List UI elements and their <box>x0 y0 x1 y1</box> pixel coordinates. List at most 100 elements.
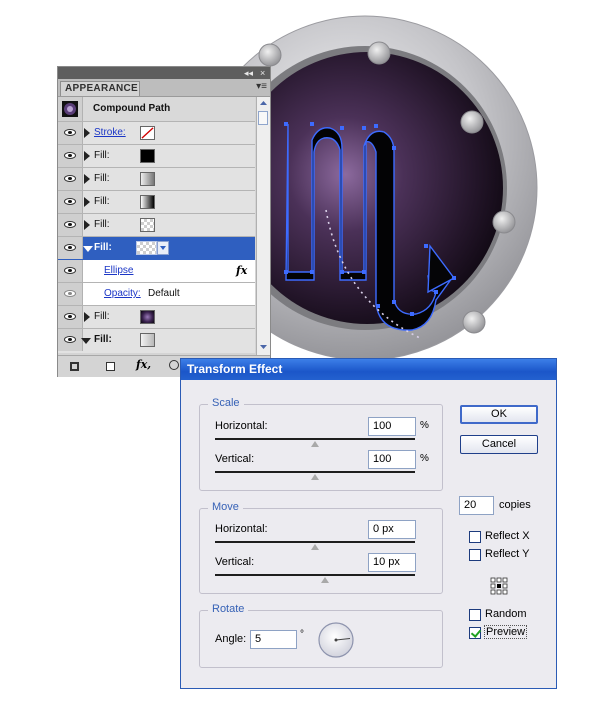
stroke-label[interactable]: Stroke: <box>94 127 126 138</box>
scale-vertical-unit: % <box>420 453 429 464</box>
scale-horizontal-track <box>215 438 415 440</box>
scale-horizontal-unit: % <box>420 420 429 431</box>
chevron-down-icon <box>160 246 166 250</box>
appearance-row-effect[interactable]: Ellipse fx <box>58 260 255 283</box>
scale-group-title: Scale <box>208 397 244 409</box>
visibility-eye-icon[interactable] <box>64 152 76 159</box>
expand-triangle-icon[interactable] <box>84 220 90 230</box>
visibility-eye-icon[interactable] <box>64 267 76 274</box>
reflect-x-checkbox[interactable] <box>469 531 481 543</box>
reflect-y-label[interactable]: Reflect Y <box>485 548 529 560</box>
reference-point-icon[interactable] <box>490 577 508 595</box>
expand-triangle-icon[interactable] <box>84 151 90 161</box>
opacity-value: Default <box>148 288 180 299</box>
scroll-down-icon[interactable] <box>258 342 269 352</box>
fill-swatch[interactable] <box>140 310 155 324</box>
appearance-row-fill[interactable]: Fill: <box>58 214 255 237</box>
visibility-eye-icon[interactable] <box>64 175 76 182</box>
appearance-row-fill[interactable]: Fill: <box>58 168 255 191</box>
move-vertical-input[interactable]: 10 px <box>368 553 416 572</box>
object-thumbnail-icon <box>62 101 78 117</box>
fill-label: Fill: <box>94 196 110 207</box>
scale-horizontal-input[interactable]: 100 <box>368 417 416 436</box>
move-horizontal-input[interactable]: 0 px <box>368 520 416 539</box>
close-icon[interactable]: × <box>260 68 265 78</box>
visibility-eye-icon[interactable] <box>64 313 76 320</box>
expand-triangle-icon[interactable] <box>84 312 90 322</box>
ellipse-effect-link[interactable]: Ellipse <box>104 265 133 276</box>
visibility-eye-icon[interactable] <box>64 198 76 205</box>
move-vertical-track <box>215 574 415 576</box>
collapse-triangle-icon[interactable] <box>83 246 93 252</box>
scale-horizontal-slider-thumb[interactable] <box>311 441 319 447</box>
panel-titlebar: ◂◂ × <box>58 67 270 79</box>
rotate-group-title: Rotate <box>208 603 249 615</box>
expand-triangle-icon[interactable] <box>84 128 90 138</box>
angle-unit: ° <box>300 629 304 640</box>
transform-effect-dialog: Transform Effect Scale Horizontal: 100 %… <box>180 358 557 689</box>
angle-label: Angle: <box>215 633 247 645</box>
appearance-row-fill[interactable]: Fill: <box>58 306 255 329</box>
random-checkbox[interactable] <box>469 609 481 621</box>
visibility-eye-icon[interactable] <box>64 290 76 297</box>
scale-vertical-input[interactable]: 100 <box>368 450 416 469</box>
copies-input[interactable]: 20 <box>459 496 494 515</box>
move-vertical-label: Vertical: <box>215 556 255 568</box>
angle-input[interactable]: 5 <box>250 630 297 649</box>
add-stroke-icon[interactable] <box>70 362 79 371</box>
tab-appearance[interactable]: APPEARANCE <box>60 81 140 96</box>
reflect-x-label[interactable]: Reflect X <box>485 530 530 542</box>
rotate-group: Rotate Angle: 5 ° <box>199 603 443 668</box>
fx-icon[interactable]: fx <box>236 264 247 277</box>
scale-vertical-slider-thumb[interactable] <box>311 474 319 480</box>
move-horizontal-label: Horizontal: <box>215 523 268 535</box>
object-header-row[interactable]: Compound Path <box>58 97 255 122</box>
visibility-eye-icon[interactable] <box>64 336 76 343</box>
swatch-dropdown[interactable] <box>157 241 169 255</box>
appearance-row-fill-selected[interactable]: Fill: <box>58 237 255 260</box>
fill-swatch[interactable] <box>136 241 157 255</box>
fill-label: Fill: <box>94 173 110 184</box>
collapse-icon[interactable]: ◂◂ <box>244 68 253 78</box>
opacity-link[interactable]: Opacity: <box>104 288 141 299</box>
expand-triangle-icon[interactable] <box>84 197 90 207</box>
scroll-thumb[interactable] <box>258 111 268 125</box>
object-title: Compound Path <box>93 103 171 114</box>
appearance-row-opacity[interactable]: Opacity: Default <box>58 283 255 306</box>
fill-swatch[interactable] <box>140 333 155 347</box>
visibility-eye-icon[interactable] <box>64 244 76 251</box>
collapse-triangle-icon[interactable] <box>81 338 91 344</box>
preview-label[interactable]: Preview <box>484 625 528 639</box>
panel-menu-icon[interactable]: ▾≡ <box>256 81 267 92</box>
move-vertical-slider-thumb[interactable] <box>321 577 329 583</box>
stroke-none-swatch-icon[interactable] <box>140 126 155 140</box>
fill-swatch[interactable] <box>140 149 155 163</box>
appearance-row-fill[interactable]: Fill: <box>58 191 255 214</box>
expand-triangle-icon[interactable] <box>84 174 90 184</box>
ok-button[interactable]: OK <box>460 405 538 424</box>
appearance-row-fill[interactable]: Fill: <box>58 329 255 353</box>
move-horizontal-slider-thumb[interactable] <box>311 544 319 550</box>
move-group: Move Horizontal: 0 px Vertical: 10 px <box>199 501 443 594</box>
panel-scrollbar[interactable] <box>256 97 270 355</box>
visibility-eye-icon[interactable] <box>64 129 76 136</box>
visibility-eye-icon[interactable] <box>64 221 76 228</box>
clear-appearance-icon[interactable] <box>169 360 179 370</box>
angle-dial-icon[interactable] <box>317 621 355 659</box>
reflect-y-checkbox[interactable] <box>469 549 481 561</box>
scroll-up-icon[interactable] <box>258 98 269 108</box>
appearance-row-fill[interactable]: Fill: <box>58 145 255 168</box>
fill-swatch[interactable] <box>140 218 155 232</box>
preview-checkbox[interactable] <box>469 627 481 639</box>
move-group-title: Move <box>208 501 243 513</box>
fill-label: Fill: <box>94 150 110 161</box>
fill-label: Fill: <box>94 242 112 253</box>
random-label[interactable]: Random <box>485 608 527 620</box>
appearance-row-stroke[interactable]: Stroke: <box>58 122 255 145</box>
fill-swatch[interactable] <box>140 172 155 186</box>
fill-swatch[interactable] <box>140 195 155 209</box>
cancel-button[interactable]: Cancel <box>460 435 538 454</box>
add-effect-fx-icon[interactable]: fx, <box>136 358 151 371</box>
add-fill-icon[interactable] <box>106 362 115 371</box>
fill-label: Fill: <box>94 219 110 230</box>
